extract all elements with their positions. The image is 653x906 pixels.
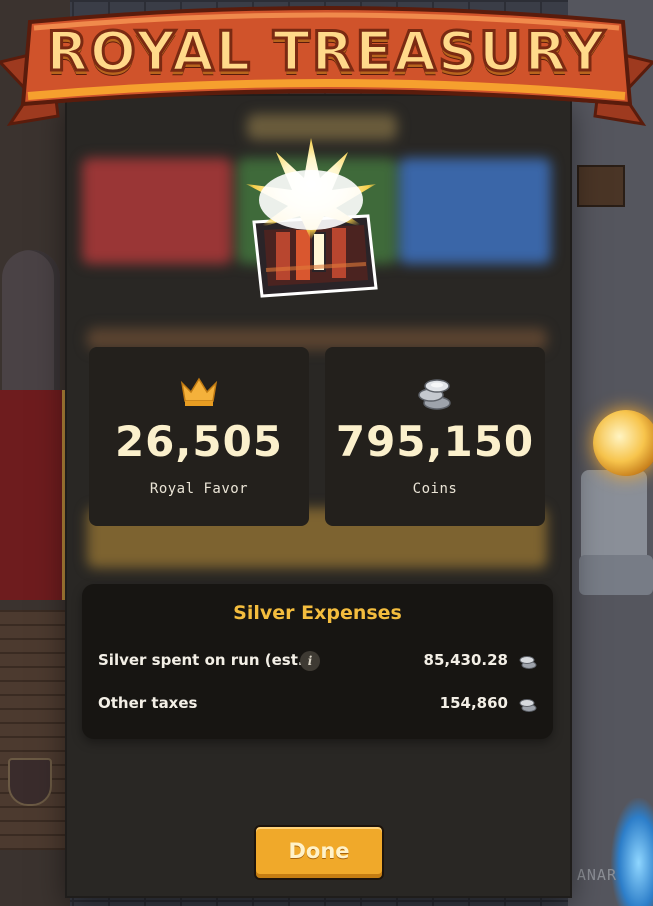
coins-label: Coins [412, 481, 458, 497]
royal-favor-card: 26,505 Royal Favor [89, 347, 309, 526]
done-button[interactable]: Done [254, 825, 384, 880]
other-taxes-label: Other taxes [98, 694, 198, 712]
coins-card: 795,150 Coins [325, 347, 545, 526]
silver-coins-icon [325, 377, 545, 411]
red-carpet [0, 390, 70, 600]
blue-flame-icon [611, 798, 653, 906]
heraldic-shield-icon [8, 758, 52, 806]
cart-icon [577, 165, 625, 207]
info-icon[interactable]: i [300, 651, 320, 671]
treasure-chest-icon [236, 130, 386, 310]
coins-value: 795,150 [335, 417, 535, 466]
banner-title: ROYAL TREASURY [45, 19, 607, 85]
silver-coin-icon [518, 694, 538, 714]
glowing-orb-icon [593, 410, 653, 476]
title-banner: ROYAL TREASURY [0, 0, 653, 150]
pillar-base [579, 555, 653, 595]
royal-favor-label: Royal Favor [149, 481, 249, 497]
silver-spent-value: 85,430.28 [423, 651, 508, 669]
silver-expenses-title: Silver Expenses [233, 602, 402, 624]
expense-row: Silver spent on run (est.) i 85,430.28 [98, 649, 538, 673]
royal-favor-value: 26,505 [114, 417, 284, 466]
watermark-text: ANAR [576, 866, 617, 884]
silver-expenses-panel: Silver Expenses Silver spent on run (est… [82, 584, 553, 739]
expense-row: Other taxes 154,860 [98, 692, 538, 716]
other-taxes-value: 154,860 [439, 694, 508, 712]
brick-wall [0, 610, 70, 850]
silver-spent-label: Silver spent on run (est.) [98, 651, 311, 669]
silver-coin-icon [518, 651, 538, 671]
left-tower [2, 250, 60, 410]
crown-icon [89, 377, 309, 411]
